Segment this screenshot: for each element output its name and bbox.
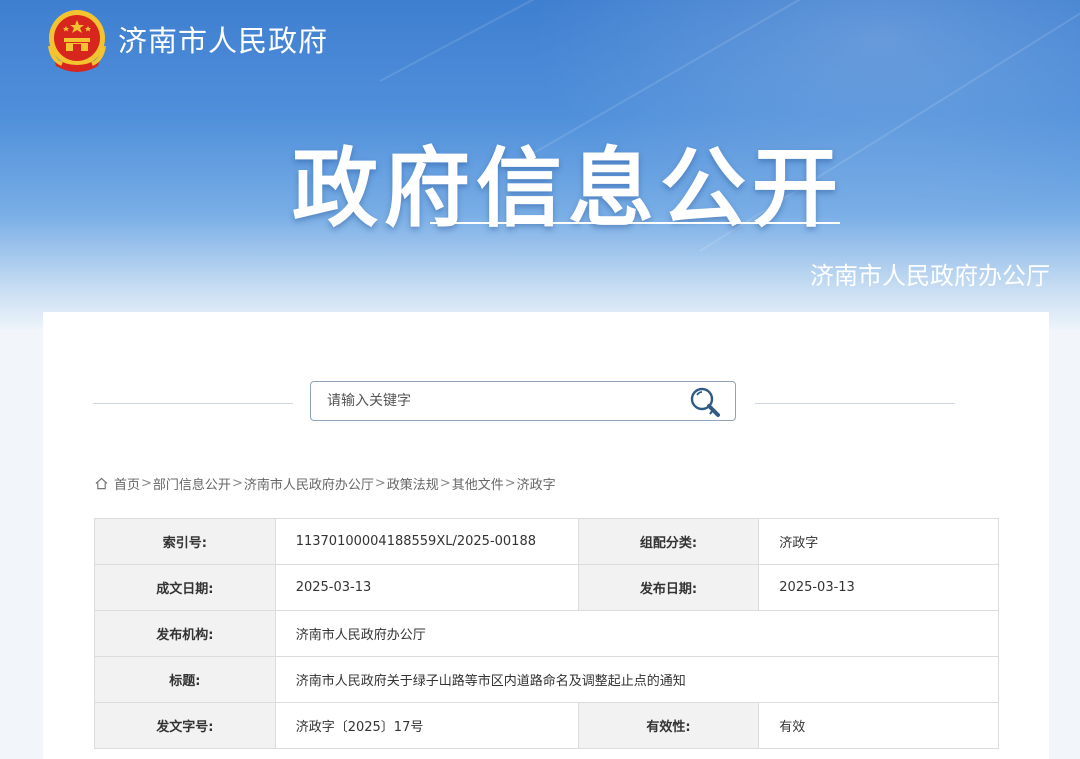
content-card: 首页 > 部门信息公开 > 济南市人民政府办公厅 > 政策法规 > 其他文件 >… [43,312,1049,759]
header-banner: 济南市人民政府 政府信息公开 济南市人民政府办公厅 [0,0,1080,330]
breadcrumb-item-office[interactable]: 济南市人民政府办公厅 [244,474,374,493]
breadcrumb-separator: > [504,476,516,491]
table-row: 成文日期: 2025-03-13 发布日期: 2025-03-13 [94,564,999,611]
document-info-table: 索引号: 11370100004188559XL/2025-00188 组配分类… [94,518,1000,749]
doc-number-label: 发文字号: [94,702,276,749]
breadcrumb-separator: > [231,476,243,491]
publisher-value: 济南市人民政府办公厅 [274,610,1000,657]
title-underline [430,222,840,224]
breadcrumb-separator: > [374,476,386,491]
written-date-label: 成文日期: [94,564,276,611]
publish-date-label: 发布日期: [577,564,760,611]
search-icon[interactable] [687,384,723,420]
table-row: 发布机构: 济南市人民政府办公厅 [94,610,1000,657]
table-row: 标题: 济南市人民政府关于绿子山路等市区内道路命名及调整起止点的通知 [94,656,1000,703]
validity-label: 有效性: [577,702,760,749]
index-label: 索引号: [94,518,276,565]
page-title: 政府信息公开 [292,139,844,239]
category-value: 济政字 [758,518,999,565]
written-date-value: 2025-03-13 [274,564,579,611]
breadcrumb-item-policy[interactable]: 政策法规 [387,474,439,493]
breadcrumb-item-dept-info[interactable]: 部门信息公开 [153,474,231,493]
national-emblem-icon[interactable] [42,6,112,76]
table-row: 索引号: 11370100004188559XL/2025-00188 组配分类… [94,518,999,565]
breadcrumb-item-jizhengzi[interactable]: 济政字 [517,474,556,493]
breadcrumb-separator: > [141,476,152,491]
publisher-label: 发布机构: [94,610,276,657]
search-input[interactable] [321,386,683,416]
title-value: 济南市人民政府关于绿子山路等市区内道路命名及调整起止点的通知 [274,656,1000,703]
site-name[interactable]: 济南市人民政府 [118,18,328,60]
index-value: 11370100004188559XL/2025-00188 [274,518,579,565]
search-divider-right [755,403,955,404]
search-box [310,381,736,421]
home-icon [95,477,108,490]
search-divider-left [93,403,293,404]
category-label: 组配分类: [577,518,760,565]
breadcrumb: 首页 > 部门信息公开 > 济南市人民政府办公厅 > 政策法规 > 其他文件 >… [95,474,556,493]
doc-number-value: 济政字〔2025〕17号 [274,702,579,749]
table-row: 发文字号: 济政字〔2025〕17号 有效性: 有效 [94,702,999,749]
breadcrumb-separator: > [439,476,451,491]
breadcrumb-item-home[interactable]: 首页 [114,474,140,493]
breadcrumb-item-other-docs[interactable]: 其他文件 [452,474,504,493]
office-name: 济南市人民政府办公厅 [810,262,1050,290]
title-label: 标题: [94,656,276,703]
validity-value: 有效 [758,702,999,749]
publish-date-value: 2025-03-13 [758,564,999,611]
